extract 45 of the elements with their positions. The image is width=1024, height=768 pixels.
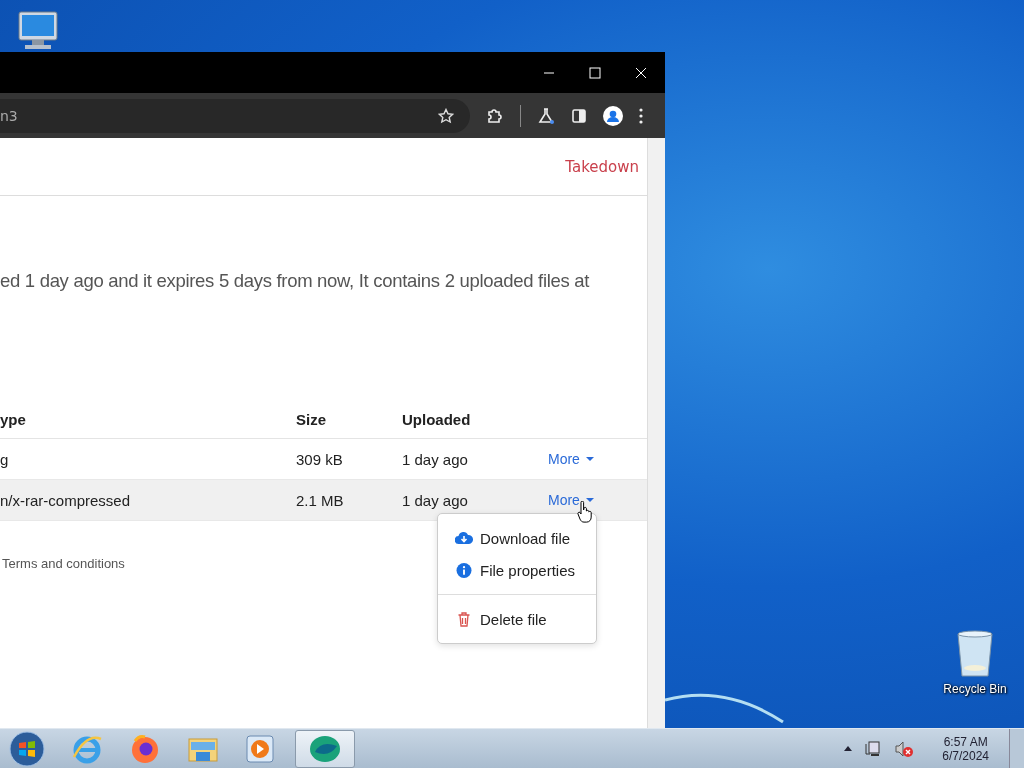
menu-item[interactable]: Delete file (438, 603, 596, 635)
show-hidden-icons-arrow-icon[interactable] (844, 746, 853, 751)
show-desktop-button[interactable] (1009, 728, 1024, 768)
close-icon[interactable] (635, 66, 647, 79)
recycle-bin-label[interactable]: Recycle Bin (943, 682, 1007, 696)
table-cell-text: 1 day ago (402, 491, 469, 509)
description-text: ed 1 day ago and it expires 5 days from now, It contains 2 uploaded files at (0, 269, 591, 293)
flask-icon[interactable] (537, 106, 555, 125)
maximize-icon[interactable] (589, 66, 601, 79)
scrollbar[interactable] (648, 138, 665, 728)
table-cell-text: n/x-rar-compressed (0, 491, 132, 509)
info-icon (455, 562, 473, 578)
caret-icon (585, 497, 594, 503)
profile-avatar-icon[interactable] (603, 105, 623, 126)
table-cell-text: g (0, 450, 10, 468)
clock-time[interactable]: 6:57 AM (943, 734, 988, 749)
app-icon (309, 733, 341, 764)
caret-icon (585, 456, 594, 462)
column-header: Uploaded (402, 410, 472, 428)
side-panel-icon[interactable] (571, 107, 587, 124)
puzzle-icon[interactable] (486, 106, 504, 125)
muted-speaker-icon[interactable] (894, 739, 915, 758)
recycle-bin-icon[interactable] (955, 630, 995, 678)
table-cell-text: 2.1 MB (296, 491, 345, 509)
menu-item[interactable]: Download file (438, 522, 596, 554)
cloud-download-icon (455, 531, 473, 545)
column-header: ype (0, 410, 27, 428)
network-icon[interactable] (864, 739, 883, 758)
more-dropdown-button[interactable]: More (548, 492, 594, 508)
fox-browser-icon[interactable] (129, 732, 161, 765)
takedown-link[interactable]: Takedown (565, 157, 639, 176)
column-header: Size (296, 410, 327, 428)
table-cell-text: 1 day ago (402, 450, 469, 468)
address-bar[interactable]: n3 (0, 98, 470, 133)
clock-date[interactable]: 6/7/2024 (942, 748, 989, 763)
menu-item[interactable]: File properties (438, 554, 596, 586)
active-taskbar-button[interactable] (295, 729, 355, 768)
more-dropdown-button[interactable]: More (548, 451, 594, 467)
terms-link[interactable]: Terms and conditions (0, 556, 125, 571)
bookmark-star-icon[interactable] (438, 107, 454, 124)
table-cell-text: 309 kB (296, 450, 344, 468)
menu-icon[interactable] (639, 107, 643, 124)
start-button-icon[interactable] (9, 730, 45, 767)
computer-icon[interactable] (15, 10, 61, 50)
media-player-icon[interactable] (245, 733, 275, 764)
